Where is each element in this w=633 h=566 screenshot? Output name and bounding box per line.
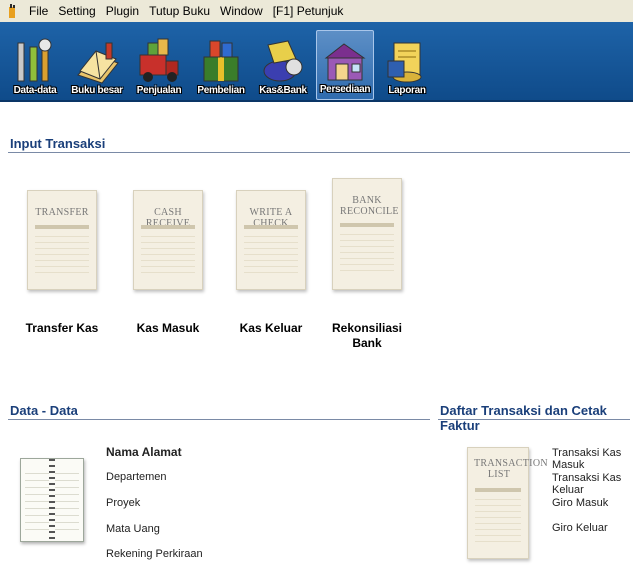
tools-icon (17, 38, 52, 82)
toolbar-label: Buku besar (71, 85, 123, 96)
toolbar-button-kas-bank[interactable]: Kas&Bank (254, 30, 312, 100)
doc-title: TRANSFER (35, 207, 89, 218)
toolbar-label: Data-data (13, 85, 57, 96)
toolbar-button-buku-besar[interactable]: Buku besar (68, 30, 126, 100)
purchase-gift-icon (203, 40, 239, 82)
transfer-kas-link[interactable]: Transfer Kas (12, 321, 112, 335)
kas-keluar-link[interactable]: Kas Keluar (221, 321, 321, 335)
input-transaksi-divider (8, 152, 630, 153)
doc-title: TRANSACTION LIST (474, 458, 548, 480)
nama-alamat-link[interactable]: Nama Alamat (106, 445, 182, 459)
transaksi-kas-keluar-link[interactable]: Transaksi Kas Keluar (552, 472, 633, 496)
kas-masuk-link[interactable]: Kas Masuk (118, 321, 218, 335)
doc-title: BANK RECONCILE (340, 195, 399, 217)
toolbar-button-penjualan[interactable]: Penjualan (130, 30, 188, 100)
report-scroll-icon (387, 42, 422, 83)
main-toolbar: Data-data Buku besar Penjualan Pembelian (0, 22, 633, 102)
menu-setting[interactable]: Setting (53, 4, 100, 18)
menu-file[interactable]: File (24, 4, 53, 18)
menu-window[interactable]: Window (215, 4, 268, 18)
giro-keluar-link[interactable]: Giro Keluar (552, 522, 608, 534)
toolbar-button-pembelian[interactable]: Pembelian (192, 30, 250, 100)
rekonsiliasi-bank-link[interactable]: Rekonsiliasi Bank (317, 321, 417, 351)
menu-plugin[interactable]: Plugin (101, 4, 144, 18)
transfer-doc-icon[interactable]: TRANSFER (27, 190, 97, 290)
data-data-divider (8, 419, 430, 420)
mata-uang-link[interactable]: Mata Uang (106, 523, 160, 535)
toolbar-label: Persediaan (319, 84, 371, 95)
app-logo-icon (9, 4, 15, 18)
warehouse-icon (324, 43, 366, 81)
toolbar-button-data-data[interactable]: Data-data (6, 30, 64, 100)
cash-bank-icon (263, 40, 303, 82)
input-transaksi-title: Input Transaksi (10, 136, 106, 151)
cash-receive-doc-icon[interactable]: CASH RECEIVE (133, 190, 203, 290)
departemen-link[interactable]: Departemen (106, 471, 167, 483)
menu-bar: File Setting Plugin Tutup Buku Window [F… (0, 0, 633, 22)
toolbar-label: Kas&Bank (259, 85, 307, 96)
write-check-doc-icon[interactable]: WRITE A CHECK (236, 190, 306, 290)
ledger-icon (77, 42, 119, 84)
toolbar-label: Pembelian (197, 85, 245, 96)
toolbar-label: Laporan (388, 85, 426, 96)
menu-petunjuk[interactable]: [F1] Petunjuk (268, 4, 349, 18)
transaksi-kas-masuk-link[interactable]: Transaksi Kas Masuk (552, 447, 633, 471)
proyek-link[interactable]: Proyek (106, 497, 140, 509)
toolbar-button-laporan[interactable]: Laporan (378, 30, 436, 100)
bank-reconcile-doc-icon[interactable]: BANK RECONCILE (332, 178, 402, 290)
transaction-list-doc-icon[interactable]: TRANSACTION LIST (467, 447, 548, 559)
rekening-perkiraan-link[interactable]: Rekening Perkiraan (106, 548, 203, 560)
toolbar-label: Penjualan (136, 85, 182, 96)
menu-tutup-buku[interactable]: Tutup Buku (144, 4, 215, 18)
sales-truck-icon (139, 38, 179, 82)
giro-masuk-link[interactable]: Giro Masuk (552, 497, 608, 509)
daftar-transaksi-title: Daftar Transaksi dan Cetak Faktur (440, 403, 607, 433)
toolbar-button-persediaan[interactable]: Persediaan (316, 30, 374, 100)
daftar-transaksi-divider (438, 419, 630, 420)
data-data-title: Data - Data (10, 403, 78, 418)
notebook-icon (20, 458, 84, 542)
